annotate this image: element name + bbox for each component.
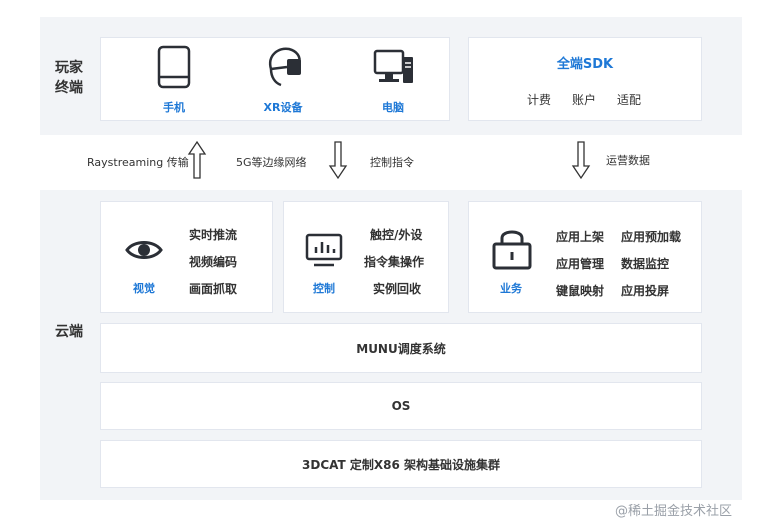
business-item-4: 数据监控: [621, 257, 670, 271]
business-item-6: 应用投屏: [621, 284, 670, 298]
layer-infrastructure: 3DCAT 定制X86 架构基础设施集群: [100, 440, 702, 488]
sdk-item-adapt: 适配: [617, 93, 642, 107]
business-module-label: 业务: [500, 282, 522, 295]
control-module-label: 控制: [313, 282, 335, 295]
flow-label-raystreaming: Raystreaming 传输: [87, 156, 189, 169]
business-item-5: 键鼠映射: [556, 284, 605, 298]
sdk-card: [468, 37, 702, 121]
cloud-label: 云端: [55, 324, 83, 340]
device-label-pc: 电脑: [382, 101, 404, 114]
phone-icon: [156, 45, 192, 89]
desktop-computer-icon: [373, 47, 415, 87]
device-label-phone: 手机: [163, 101, 185, 114]
business-item-1: 应用上架: [556, 230, 605, 244]
eye-icon: [124, 236, 164, 264]
monitor-chart-icon: [304, 232, 344, 268]
vision-item-3: 画面抓取: [189, 282, 238, 296]
device-label-xr: XR设备: [263, 101, 303, 114]
vision-item-1: 实时推流: [189, 228, 238, 242]
flow-label-5g: 5G等边缘网络: [236, 156, 307, 169]
control-item-2: 指令集操作: [364, 255, 425, 269]
up-arrow-icon: [187, 140, 207, 180]
sdk-title: 全端SDK: [556, 57, 614, 72]
control-item-3: 实例回收: [373, 282, 422, 296]
layer-munu-scheduler: MUNU调度系统: [100, 323, 702, 373]
flow-label-control: 控制指令: [370, 156, 414, 169]
sdk-item-billing: 计费: [527, 93, 552, 107]
vision-item-2: 视频编码: [189, 255, 238, 269]
watermark: @稀土掘金技术社区: [615, 504, 733, 519]
control-item-1: 触控/外设: [370, 228, 423, 242]
sdk-item-account: 账户: [572, 93, 597, 107]
down-arrow-icon: [328, 140, 348, 180]
business-item-3: 应用管理: [556, 257, 605, 271]
business-item-2: 应用预加载: [621, 230, 682, 244]
lock-icon: [490, 226, 534, 272]
vr-headset-icon: [265, 45, 305, 89]
down-arrow-icon: [571, 140, 591, 180]
flow-label-ops-data: 运营数据: [606, 154, 650, 167]
layer-os: OS: [100, 382, 702, 430]
vision-module-label: 视觉: [133, 282, 155, 295]
player-terminal-label: 玩家 终端: [55, 60, 83, 96]
